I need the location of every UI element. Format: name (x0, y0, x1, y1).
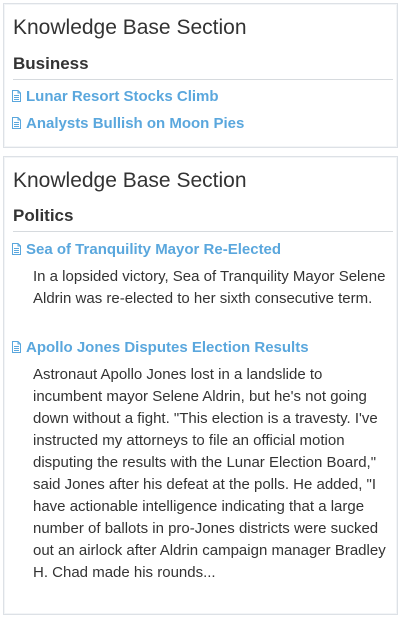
article-link-apollo-jones-disputes[interactable]: Apollo Jones Disputes Election Results (12, 338, 309, 358)
document-icon (12, 341, 21, 353)
document-icon (12, 90, 21, 102)
section-title: Knowledge Base Section (13, 169, 247, 192)
section-category: Politics (13, 206, 74, 225)
section-divider (13, 231, 393, 232)
article-title: Apollo Jones Disputes Election Results (26, 339, 309, 356)
article-title: Lunar Resort Stocks Climb (26, 88, 219, 105)
article-link-mayor-re-elected[interactable]: Sea of Tranquility Mayor Re-Elected (12, 240, 281, 260)
section-title: Knowledge Base Section (13, 16, 247, 39)
section-category: Business (13, 54, 89, 73)
article-summary: Astronaut Apollo Jones lost in a landsli… (33, 366, 386, 581)
article-title: Sea of Tranquility Mayor Re-Elected (26, 241, 282, 258)
article-summary: In a lopsided victory, Sea of Tranquilit… (33, 268, 386, 307)
document-icon (12, 117, 21, 129)
knowledge-base-section-politics: Knowledge Base Section Politics Sea of T… (3, 156, 398, 615)
article-link-analysts-bullish[interactable]: Analysts Bullish on Moon Pies (12, 114, 244, 134)
section-divider (13, 79, 393, 80)
knowledge-base-section-business: Knowledge Base Section Business Lunar Re… (3, 3, 398, 148)
knowledge-base-page: Knowledge Base Section Business Lunar Re… (0, 0, 401, 618)
document-icon (12, 243, 21, 255)
article-title: Analysts Bullish on Moon Pies (26, 115, 245, 132)
article-link-lunar-resort-stocks[interactable]: Lunar Resort Stocks Climb (12, 87, 219, 107)
